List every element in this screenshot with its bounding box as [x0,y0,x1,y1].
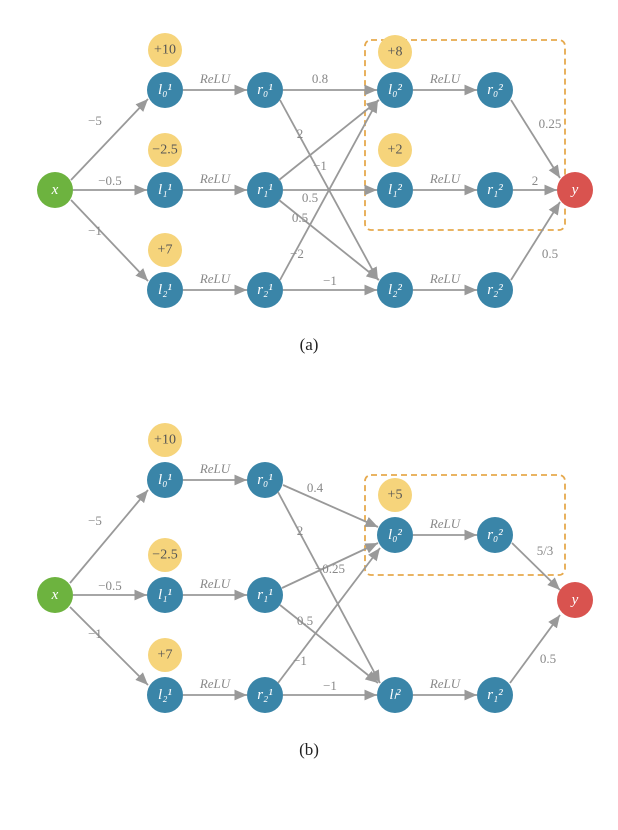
w-r21-y: 2 [532,173,539,188]
w-r1-l20: −1 [313,158,327,173]
w-r22-y: 0.5 [542,246,558,261]
l20-label: l₀² [388,82,402,98]
l10-label: l₀¹ [158,82,172,98]
w-x-l1b: −0.5 [98,578,122,593]
w-r0-l22: 2 [297,126,304,141]
relu-label: ReLU [199,71,232,86]
caption-a: (a) [300,335,319,354]
diagram-container: x l₀¹ +10 l₁¹ −2.5 l₂¹ +7 r₀¹ r₁¹ r₂¹ l₀… [0,0,618,830]
r10-label: r₀¹ [257,82,273,98]
figure-b: x l₀¹ +10 l₁¹ −2.5 l₂¹ +7 r₀¹ r₁¹ r₂¹ l₀… [37,423,593,759]
edge [71,200,148,281]
l21-label: l₁² [388,182,402,198]
w-x-l2b: −1 [88,626,102,641]
w-r2-llb: −1 [323,678,337,693]
r10b-label: r₀¹ [257,472,273,488]
l20b-bias-label: +5 [388,488,403,503]
relu-label: ReLU [199,461,232,476]
edge [70,607,148,685]
l10-bias-label: +10 [154,43,176,58]
relu-label: ReLU [199,676,232,691]
l22-label: l₂² [388,282,402,298]
l12b-label: l₂¹ [158,687,172,703]
w-x-l2: −1 [88,223,102,238]
l21-bias-label: +2 [388,143,403,158]
relu-label: ReLU [429,516,462,531]
input-label-b: x [51,587,59,603]
l12b-bias-label: +7 [158,648,173,663]
relu-label: ReLU [199,576,232,591]
w-r21-yb: 0.5 [540,651,556,666]
relu-label: ReLU [199,171,232,186]
r11b-label: r₁¹ [257,587,273,603]
output-label-b: y [570,592,579,608]
l20b-label: l₀² [388,527,402,543]
l10b-label: l₀¹ [158,472,172,488]
r20b-label: r₀² [487,527,503,543]
l10b-bias-label: +10 [154,433,176,448]
r22-label: r₂² [487,282,503,298]
edge [283,485,378,527]
l11-bias-label: −2.5 [152,143,177,158]
edge [511,100,560,178]
w-r2-l20b: −1 [293,653,307,668]
w-r1-llb: 0.5 [297,613,313,628]
edge [511,202,560,280]
w-r1-l22: 0.5 [292,210,308,225]
relu-label: ReLU [429,71,462,86]
edge [70,490,148,583]
w-r1-l21: 0.5 [302,190,318,205]
l11b-bias-label: −2.5 [152,548,177,563]
l12-bias-label: +7 [158,243,173,258]
r21-label: r₁² [487,182,503,198]
r20-label: r₀² [487,82,503,98]
input-label: x [51,182,59,198]
edge [279,100,379,180]
caption-b: (b) [299,740,319,759]
w-r20-y: 0.25 [539,116,562,131]
relu-label: ReLU [429,271,462,286]
r21b-label: r₁² [487,687,503,703]
relu-label: ReLU [429,676,462,691]
output-label: y [570,182,579,198]
w-x-l0: −5 [88,113,102,128]
w-x-l1: −0.5 [98,173,122,188]
edge [71,99,148,180]
r12b-label: r₂¹ [257,687,273,703]
w-r2-l20: −2 [290,246,304,261]
relu-label: ReLU [429,171,462,186]
w-r1-l20b: −0.25 [315,561,345,576]
w-r2-l22: −1 [323,273,337,288]
relu-label: ReLU [199,271,232,286]
w-r20-yb: 5/3 [537,543,554,558]
ll2b-label: lₗ² [389,687,401,703]
l11-label: l₁¹ [158,182,172,198]
l12-label: l₂¹ [158,282,172,298]
figure-a: x l₀¹ +10 l₁¹ −2.5 l₂¹ +7 r₀¹ r₁¹ r₂¹ l₀… [37,33,593,354]
r12-label: r₂¹ [257,282,273,298]
w-r0-llb: 2 [297,523,304,538]
r11-label: r₁¹ [257,182,273,198]
w-r0-l20: 0.8 [312,71,328,86]
w-x-l0b: −5 [88,513,102,528]
l11b-label: l₁¹ [158,587,172,603]
edge [510,615,560,683]
w-r0-l20b: 0.4 [307,480,324,495]
l20-bias-label: +8 [388,45,403,60]
